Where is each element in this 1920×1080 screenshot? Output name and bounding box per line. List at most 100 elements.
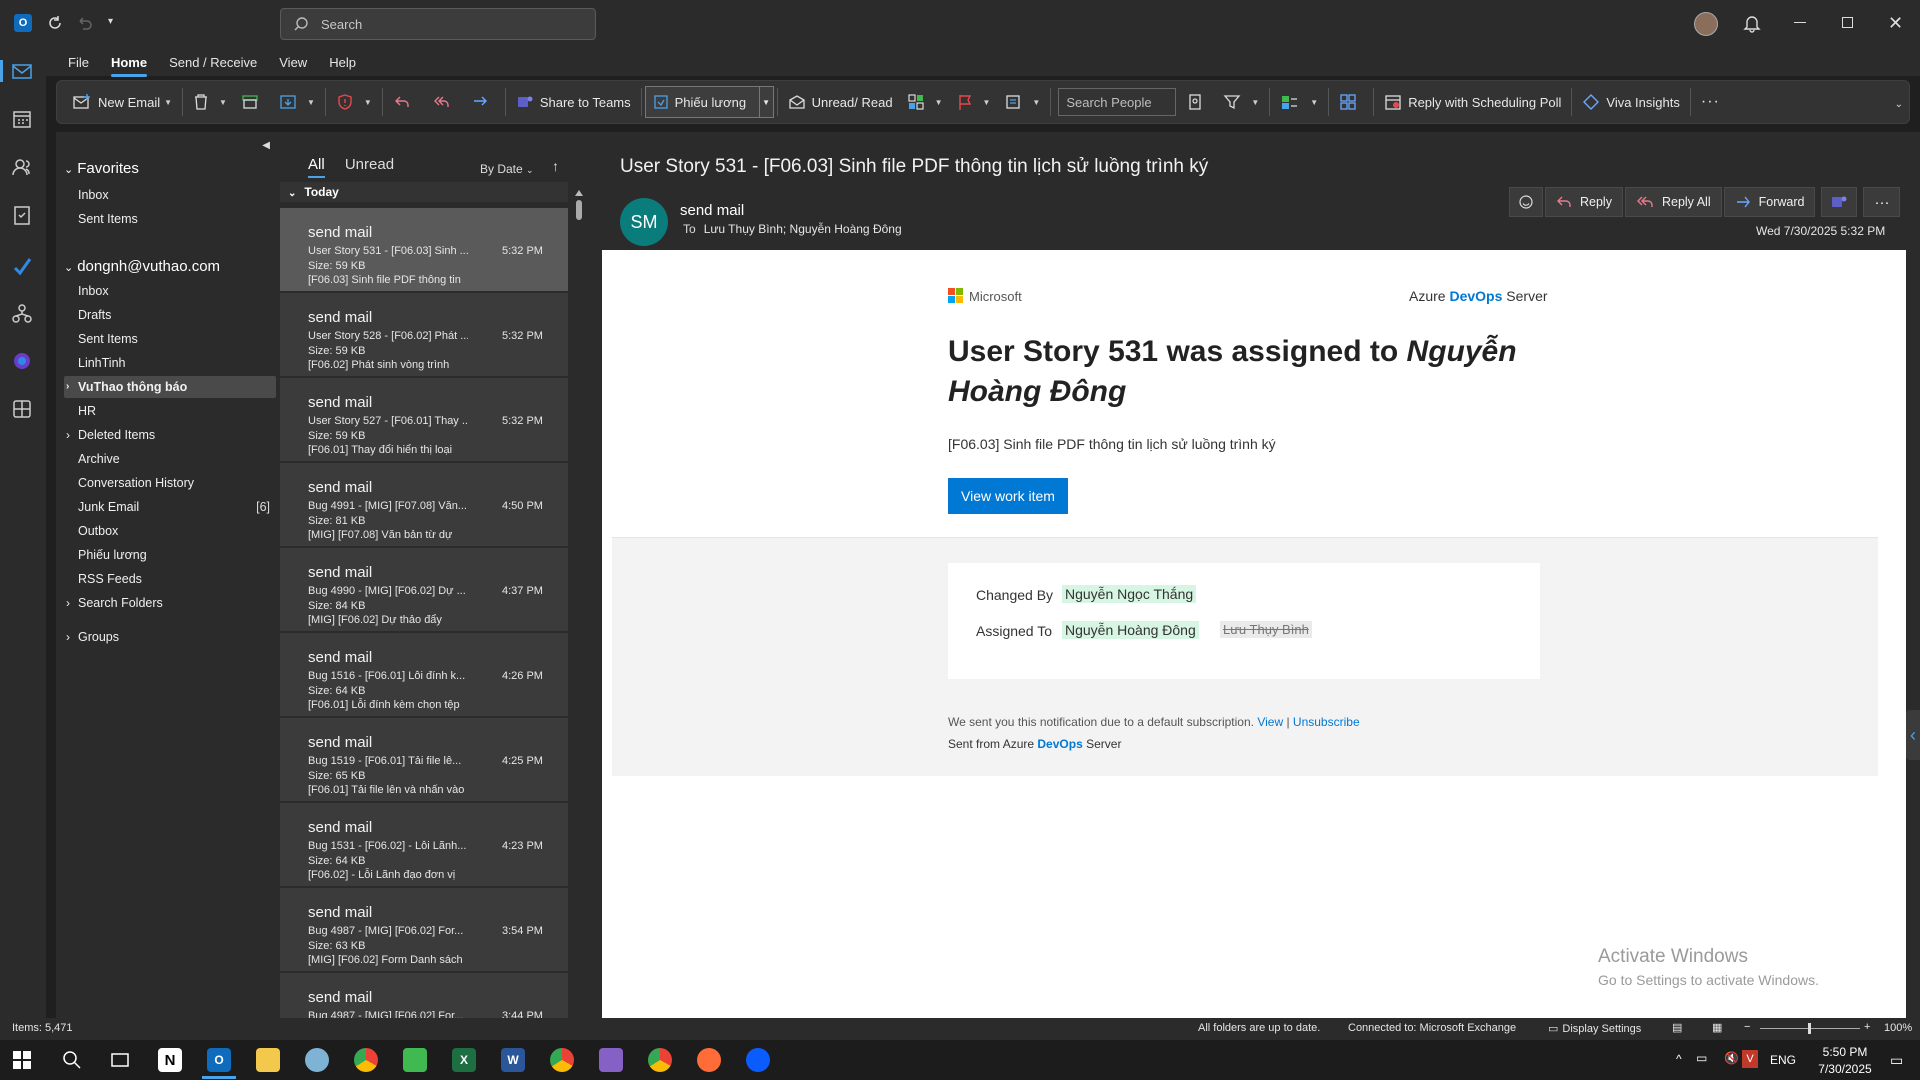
sync-icon[interactable] bbox=[46, 14, 64, 32]
notion-app-icon[interactable]: N bbox=[158, 1048, 182, 1072]
user-avatar[interactable] bbox=[1694, 12, 1718, 36]
clock-date[interactable]: 7/30/2025 bbox=[1814, 1062, 1876, 1076]
recipient-list[interactable]: Lưu Thụy Bình; Nguyễn Hoàng Đông bbox=[704, 222, 902, 236]
forward-button[interactable]: Forward bbox=[1723, 187, 1816, 217]
menu-help[interactable]: Help bbox=[329, 51, 356, 74]
categorize-button[interactable]: ▼ bbox=[900, 86, 950, 118]
folder-archive[interactable]: Archive bbox=[78, 452, 278, 466]
app-icon[interactable] bbox=[305, 1048, 329, 1072]
message-item[interactable]: send mail Bug 4991 - [MIG] [F07.08] Văn..… bbox=[280, 463, 568, 547]
chevron-down-icon[interactable]: ▼ bbox=[1310, 98, 1318, 107]
reply-all-ribbon-button[interactable] bbox=[424, 86, 464, 118]
unread-read-button[interactable]: Unread/ Read bbox=[781, 86, 900, 118]
tab-unread[interactable]: Unread bbox=[345, 156, 394, 173]
close-icon[interactable]: ✕ bbox=[1888, 13, 1903, 34]
scrollbar[interactable] bbox=[574, 184, 584, 1018]
flag-button[interactable]: ▼ bbox=[950, 86, 998, 118]
message-item[interactable]: send mail Bug 4987 - [MIG] [F06.02] For..… bbox=[280, 973, 568, 1018]
chevron-down-icon[interactable]: ▼ bbox=[1251, 98, 1259, 107]
restore-icon[interactable] bbox=[1842, 17, 1853, 28]
folder-drafts[interactable]: Drafts bbox=[78, 308, 278, 322]
sender-name[interactable]: send mail bbox=[680, 202, 744, 219]
message-item[interactable]: send mail User Story 528 - [F06.02] Phát … bbox=[280, 293, 568, 377]
message-item[interactable]: send mail Bug 4990 - [MIG] [F06.02] Dự ..… bbox=[280, 548, 568, 632]
emoji-reaction-button[interactable] bbox=[1509, 187, 1543, 217]
menu-file[interactable]: File bbox=[68, 51, 89, 74]
message-item[interactable]: send mail User Story 527 - [F06.01] Thay … bbox=[280, 378, 568, 462]
normal-view-icon[interactable]: ▤ bbox=[1672, 1021, 1682, 1034]
collapse-pane-icon[interactable]: ◀ bbox=[262, 140, 270, 151]
excel-icon[interactable]: X bbox=[452, 1048, 476, 1072]
more-actions-icon[interactable]: ··· bbox=[1863, 187, 1901, 217]
undo-icon[interactable] bbox=[76, 14, 94, 32]
reply-all-button[interactable]: Reply All bbox=[1624, 187, 1722, 217]
folder-deleted-items[interactable]: › Deleted Items bbox=[66, 428, 278, 442]
sort-direction-icon[interactable]: ↑ bbox=[552, 158, 559, 174]
folder-search-folders[interactable]: › Search Folders bbox=[66, 596, 278, 610]
apps-ribbon-button[interactable] bbox=[1332, 86, 1370, 118]
search-box[interactable]: Search bbox=[280, 8, 596, 40]
reading-view-icon[interactable]: ▦ bbox=[1712, 1021, 1722, 1034]
minimize-icon[interactable] bbox=[1794, 22, 1806, 23]
notification-center-icon[interactable]: ▭ bbox=[1890, 1052, 1903, 1069]
reply-button[interactable]: Reply bbox=[1545, 187, 1623, 217]
reply-with-scheduling-poll-button[interactable]: Reply with Scheduling Poll bbox=[1377, 86, 1568, 118]
quick-access-dropdown-icon[interactable]: ▾ bbox=[108, 16, 113, 27]
message-item[interactable]: send mail Bug 1516 - [F06.01] Lỗi đính k.… bbox=[280, 633, 568, 717]
chrome-alt-icon[interactable] bbox=[648, 1048, 672, 1072]
volume-icon[interactable]: 🔇 bbox=[1724, 1051, 1739, 1065]
filter-button[interactable]: ▼ bbox=[1216, 86, 1266, 118]
account-header[interactable]: ⌄ dongnh@vuthao.com bbox=[64, 258, 220, 275]
zoom-in-icon[interactable]: + bbox=[1864, 1021, 1870, 1033]
report-button[interactable]: ▼ bbox=[329, 86, 379, 118]
teams-share-button[interactable] bbox=[1821, 187, 1858, 217]
rules-button[interactable]: ▼ bbox=[1273, 86, 1325, 118]
file-explorer-icon[interactable] bbox=[256, 1048, 280, 1072]
chevron-down-icon[interactable]: ▼ bbox=[1032, 98, 1040, 107]
calendar-icon[interactable] bbox=[11, 108, 35, 132]
zoom-slider[interactable] bbox=[1760, 1023, 1860, 1034]
taskbar-search-icon[interactable] bbox=[62, 1050, 82, 1070]
delete-button[interactable]: ▼ bbox=[186, 86, 234, 118]
org-explorer-icon[interactable] bbox=[11, 302, 35, 326]
postman-icon[interactable] bbox=[697, 1048, 721, 1072]
chevron-down-icon[interactable]: ▼ bbox=[758, 87, 773, 117]
policy-button[interactable]: ▼ bbox=[997, 86, 1047, 118]
message-item[interactable]: send mail User Story 531 - [F06.03] Sinh … bbox=[280, 208, 568, 292]
folder-phieu-luong[interactable]: Phiếu lương bbox=[78, 548, 278, 562]
address-book-button[interactable] bbox=[1180, 86, 1216, 118]
network-icon[interactable]: ▭ bbox=[1696, 1051, 1707, 1065]
sort-by-date[interactable]: By Date ⌄ bbox=[480, 162, 534, 176]
side-panel-toggle-icon[interactable]: ‹ bbox=[1906, 710, 1920, 760]
copilot-icon[interactable] bbox=[11, 350, 35, 374]
notepad-icon[interactable] bbox=[403, 1048, 427, 1072]
windows-start-icon[interactable] bbox=[12, 1050, 32, 1070]
visual-studio-icon[interactable] bbox=[599, 1048, 623, 1072]
folder-vuthao-thong-bao[interactable]: › VuThao thông báo bbox=[64, 376, 276, 398]
folder-outbox[interactable]: Outbox bbox=[78, 524, 278, 538]
share-to-teams-button[interactable]: Share to Teams bbox=[509, 86, 638, 118]
group-header[interactable]: ⌄ Today bbox=[280, 182, 568, 202]
chevron-down-icon[interactable]: ▼ bbox=[307, 98, 315, 107]
menu-send-receive[interactable]: Send / Receive bbox=[169, 51, 257, 74]
message-item[interactable]: send mail Bug 4987 - [MIG] [F06.02] For..… bbox=[280, 888, 568, 972]
chevron-down-icon[interactable]: ▼ bbox=[983, 98, 991, 107]
favorites-header[interactable]: ⌄ Favorites bbox=[64, 160, 139, 177]
sender-avatar[interactable]: SM bbox=[620, 198, 668, 246]
chrome-profile-icon[interactable] bbox=[550, 1048, 574, 1072]
folder-junk-email[interactable]: Junk Email [6] bbox=[78, 500, 278, 514]
ribbon-collapse-icon[interactable]: ⌄ bbox=[1895, 99, 1903, 110]
view-work-item-button[interactable]: View work item bbox=[948, 478, 1068, 514]
new-email-button[interactable]: New Email ▼ bbox=[65, 86, 179, 118]
viva-insights-button[interactable]: Viva Insights bbox=[1575, 86, 1686, 118]
folder-hr[interactable]: HR bbox=[78, 404, 278, 418]
favorite-sent-items[interactable]: Sent Items bbox=[78, 212, 278, 226]
tray-chevron-icon[interactable]: ^ bbox=[1676, 1052, 1682, 1066]
vietkey-icon[interactable]: V bbox=[1742, 1050, 1758, 1068]
chevron-down-icon[interactable]: ▼ bbox=[935, 98, 943, 107]
zoom-app-icon[interactable] bbox=[746, 1048, 770, 1072]
tab-all[interactable]: All bbox=[308, 156, 325, 178]
more-options-icon[interactable]: ··· bbox=[1694, 86, 1727, 118]
word-icon[interactable]: W bbox=[501, 1048, 525, 1072]
people-icon[interactable] bbox=[11, 156, 35, 180]
